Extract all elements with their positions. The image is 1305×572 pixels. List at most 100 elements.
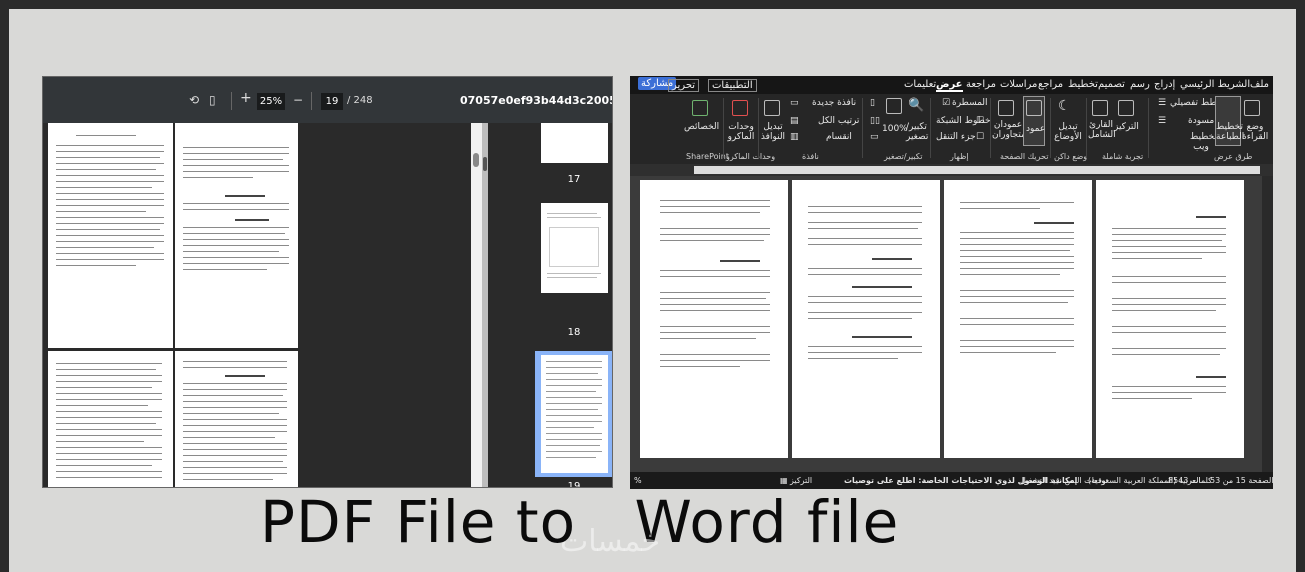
gridlines-label: خطوط الشبكة: [936, 116, 991, 126]
menu-view[interactable]: عرض: [936, 79, 963, 92]
thumbnail-label: 19: [567, 481, 581, 488]
vertical-button[interactable]: عمود: [1026, 124, 1045, 134]
word-page: [792, 180, 940, 458]
switch-windows-button[interactable]: تبديل النوافذ: [760, 122, 786, 142]
pdf-page: [48, 123, 173, 348]
side-by-side-button[interactable]: عمودان متجاوران: [992, 120, 1026, 140]
page-thumbnail-selected[interactable]: [541, 355, 608, 473]
pdf-document-area[interactable]: [48, 123, 298, 487]
fit-page-icon[interactable]: ▯: [209, 93, 216, 107]
word-page: [640, 180, 788, 458]
scrollbar-thumb[interactable]: [483, 157, 487, 171]
horizontal-ruler[interactable]: [630, 164, 1273, 176]
vertical-scrollbar[interactable]: [1262, 176, 1273, 472]
menu-file[interactable]: ملف: [1250, 79, 1269, 90]
page-count-status[interactable]: الصفحة 15 من 53: [1210, 476, 1273, 485]
caption-right: Word file: [634, 488, 900, 556]
focus-icon: [1118, 100, 1134, 116]
focus-icon: ▦: [780, 476, 788, 485]
pdf-page: [48, 351, 173, 487]
caption-left: PDF File to: [260, 488, 577, 556]
one-page-icon: ▯: [870, 98, 875, 108]
thumbnail-label: 17: [567, 174, 581, 185]
zoom-input[interactable]: 25%: [257, 93, 285, 110]
menu-draw[interactable]: رسم: [1130, 79, 1150, 90]
magnifier-icon: 🔍: [908, 98, 925, 113]
word-window: مشاركة تحرير التطبيقات تعليمات عرض مراجع…: [630, 76, 1273, 489]
word-count-status[interactable]: 8543 كلمات: [1168, 476, 1212, 485]
immersive-reader-button[interactable]: القارئ الشامل: [1088, 120, 1116, 140]
group-dark-mode: وضع داكن: [1054, 152, 1088, 161]
document-scrollbar[interactable]: [471, 123, 482, 487]
menu-review[interactable]: مراجعة: [966, 79, 996, 90]
menu-home[interactable]: الشريط الرئيسي: [1180, 79, 1250, 90]
toolbar-divider: [311, 92, 312, 110]
toolbar-divider: [231, 92, 232, 110]
web-layout-button[interactable]: تخطيط ويب: [1190, 132, 1217, 152]
ribbon-view-tab: الخصائص SharePoint وحدات الماكرو وحدات ا…: [630, 94, 1273, 164]
menu-layout[interactable]: تخطيط: [1068, 79, 1098, 90]
menu-help[interactable]: تعليمات: [904, 79, 936, 90]
group-show: إظهار: [950, 152, 969, 161]
side-by-side-icon: [998, 100, 1014, 116]
scrollbar-thumb[interactable]: [473, 153, 479, 167]
status-bar: % ▦ التركيز إمكانية الوصول لذوي الاحتياج…: [630, 472, 1273, 489]
menu-mailings[interactable]: مراسلات: [1000, 79, 1037, 90]
pdf-filename: 07057e0ef93b44d3c2005f9a5abc10ec.p: [460, 94, 612, 107]
watermark-logo: خمسات: [560, 524, 661, 559]
thumbnail-panel: 17 18 19: [489, 123, 612, 488]
page-number-input[interactable]: 19: [321, 93, 343, 110]
menu-bar: مشاركة تحرير التطبيقات تعليمات عرض مراجع…: [630, 76, 1273, 94]
group-page-movement: تحريك الصفحة: [1000, 152, 1049, 161]
zoom-button[interactable]: تكبير/تصغير: [906, 122, 928, 142]
new-window-button[interactable]: نافذة جديدة: [812, 98, 856, 108]
macros-button[interactable]: وحدات الماكرو: [726, 122, 756, 142]
word-page: [944, 180, 1092, 458]
zoom-out-button[interactable]: −: [293, 93, 303, 107]
switch-modes-button[interactable]: تبديل الأوضاع: [1054, 122, 1082, 142]
apps-button[interactable]: التطبيقات: [708, 79, 757, 92]
group-immersive: تجربة شاملة: [1102, 152, 1144, 161]
edit-mode-dropdown[interactable]: تحرير: [668, 79, 700, 92]
document-canvas[interactable]: [630, 176, 1273, 472]
switch-windows-icon: [764, 100, 780, 116]
focus-button[interactable]: التركيز: [1114, 122, 1139, 132]
immersive-reader-icon: [1092, 100, 1108, 116]
split-icon: ▥: [790, 132, 799, 142]
zoom-in-button[interactable]: +: [240, 90, 252, 106]
print-layout-button[interactable]: تخطيط الطباعة: [1216, 122, 1244, 142]
rotate-icon[interactable]: ⟲: [189, 93, 199, 107]
properties-icon: [692, 100, 708, 116]
menu-design[interactable]: تصميم: [1098, 79, 1125, 90]
focus-status-button[interactable]: التركيز: [790, 476, 812, 485]
page-thumbnail[interactable]: [541, 203, 608, 293]
macros-icon: [732, 100, 748, 116]
page-width-icon: ▭: [870, 132, 879, 142]
zoom-100-icon: [886, 98, 902, 114]
ruler-checkbox[interactable]: ☑: [942, 98, 950, 108]
pdf-page: [175, 123, 298, 348]
page-total: / 248: [347, 95, 373, 106]
reading-mode-icon: [1244, 100, 1260, 116]
nav-pane-checkbox[interactable]: ☐: [976, 132, 984, 142]
zoom-100-button[interactable]: 100%: [882, 124, 908, 134]
group-macros: وحدات الماكرو: [726, 152, 776, 161]
group-views: طرق عرض: [1214, 152, 1253, 161]
moon-icon: ☾: [1058, 98, 1071, 114]
vertical-icon: [1026, 100, 1042, 116]
outline-icon: ☰: [1158, 98, 1167, 108]
menu-references[interactable]: مراجع: [1038, 79, 1063, 90]
word-page: [1096, 180, 1244, 458]
ruler-label: المسطرة: [952, 98, 988, 108]
draft-button[interactable]: مسودة: [1188, 116, 1214, 126]
pdf-toolbar: ⟲ ▯ + 25% − 19 / 248 07057e0ef93b44d3c20…: [43, 77, 612, 123]
page-thumbnail[interactable]: [541, 123, 608, 163]
nav-pane-label: جزء التنقل: [936, 132, 976, 142]
split-button[interactable]: انقسام: [826, 132, 852, 142]
thumbnail-scrollbar[interactable]: [482, 123, 488, 487]
arrange-all-button[interactable]: ترتيب الكل: [818, 116, 859, 126]
properties-button[interactable]: الخصائص: [684, 122, 719, 132]
menu-insert[interactable]: إدراج: [1154, 79, 1175, 90]
group-zoom: تكبير/تصغير: [884, 152, 923, 161]
reading-mode-button[interactable]: وضع القراءة: [1242, 122, 1268, 142]
